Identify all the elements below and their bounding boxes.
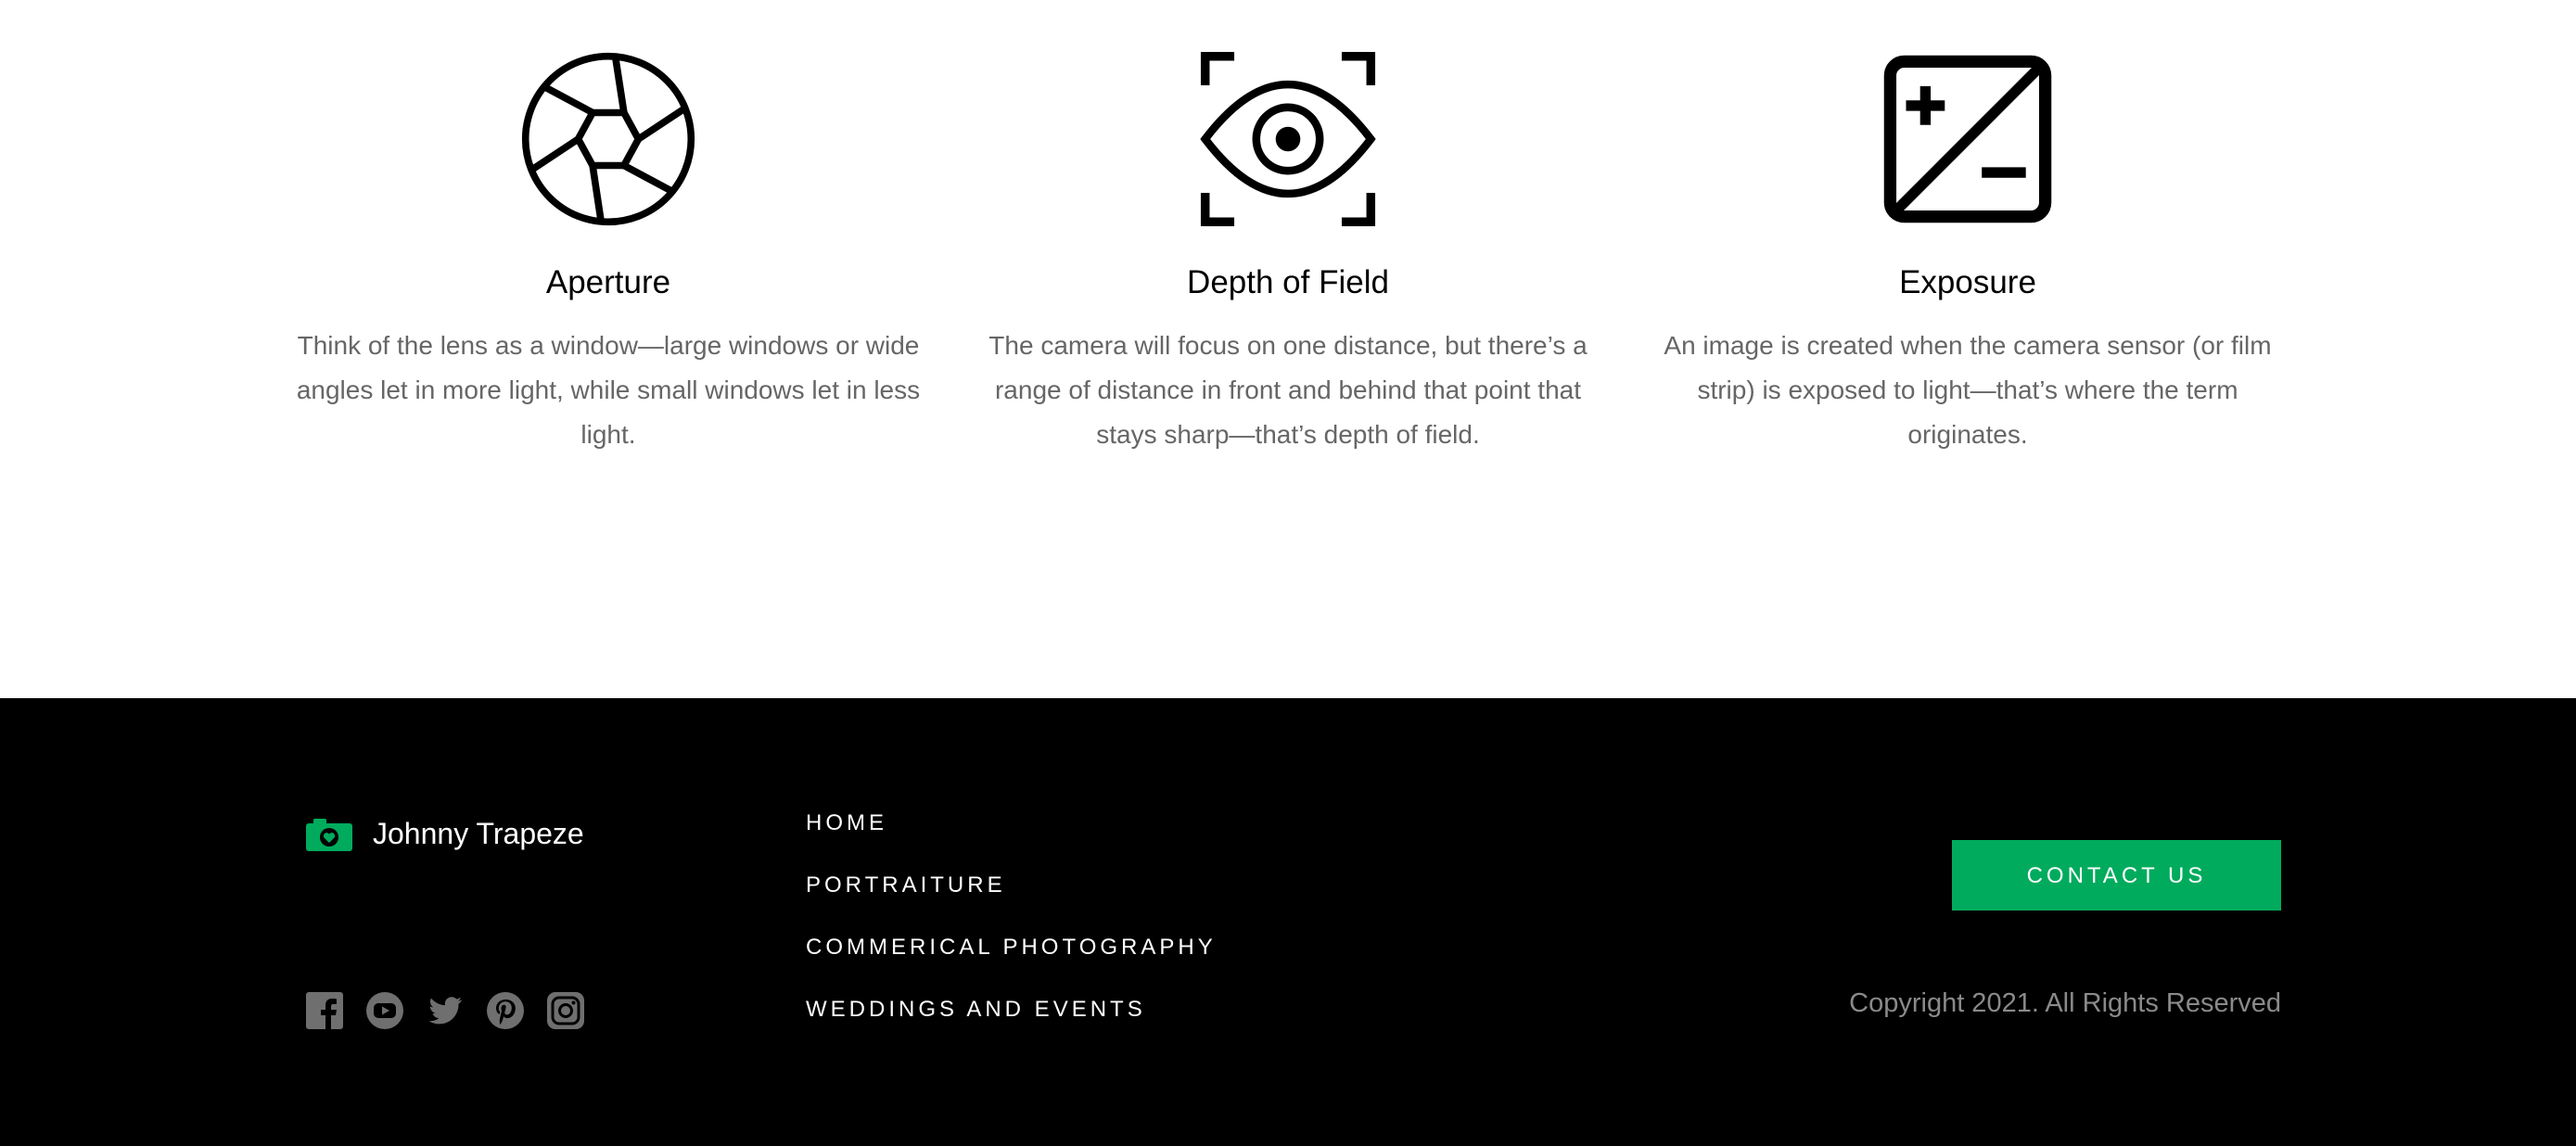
page: Aperture Think of the lens as a window—l… xyxy=(0,0,2576,1146)
camera-heart-icon xyxy=(306,818,352,851)
features-section: Aperture Think of the lens as a window—l… xyxy=(0,0,2576,698)
feature-title: Aperture xyxy=(545,264,671,300)
feature-depth-of-field: Depth of Field The camera will focus on … xyxy=(968,51,1608,457)
nav-item-home[interactable]: HOME xyxy=(806,808,1217,870)
footer: Johnny Trapeze HOME PORTRAITURE COMMERIC… xyxy=(0,698,2576,1146)
instagram-icon[interactable] xyxy=(547,992,584,1029)
feature-description: Think of the lens as a window—large wind… xyxy=(296,331,921,449)
feature-title: Depth of Field xyxy=(1187,264,1389,300)
nav-item-weddings-and-events[interactable]: WEDDINGS AND EVENTS xyxy=(806,994,1217,1056)
facebook-icon[interactable] xyxy=(306,992,343,1029)
aperture-icon xyxy=(521,52,695,226)
twitter-icon[interactable] xyxy=(427,992,464,1029)
feature-exposure: Exposure An image is created when the ca… xyxy=(1648,51,2288,457)
exposure-icon xyxy=(1883,55,2052,223)
eye-focus-icon xyxy=(1200,51,1376,227)
brand[interactable]: Johnny Trapeze xyxy=(306,817,584,851)
nav-item-commercial-photography[interactable]: COMMERICAL PHOTOGRAPHY xyxy=(806,932,1217,994)
nav-item-portraiture[interactable]: PORTRAITURE xyxy=(806,870,1217,932)
pinterest-icon[interactable] xyxy=(487,992,524,1029)
brand-name: Johnny Trapeze xyxy=(373,817,584,850)
feature-description: An image is created when the camera sens… xyxy=(1664,331,2272,449)
copyright-text: Copyright 2021. All Rights Reserved xyxy=(1849,988,2281,1018)
footer-nav: HOME PORTRAITURE COMMERICAL PHOTOGRAPHY … xyxy=(806,808,1217,1056)
feature-aperture: Aperture Think of the lens as a window—l… xyxy=(288,51,928,457)
contact-us-button[interactable]: CONTACT US xyxy=(1952,840,2281,910)
youtube-icon[interactable] xyxy=(366,992,403,1029)
social-links xyxy=(306,992,584,1029)
feature-description: The camera will focus on one distance, b… xyxy=(988,331,1588,449)
feature-title: Exposure xyxy=(1899,264,2036,300)
